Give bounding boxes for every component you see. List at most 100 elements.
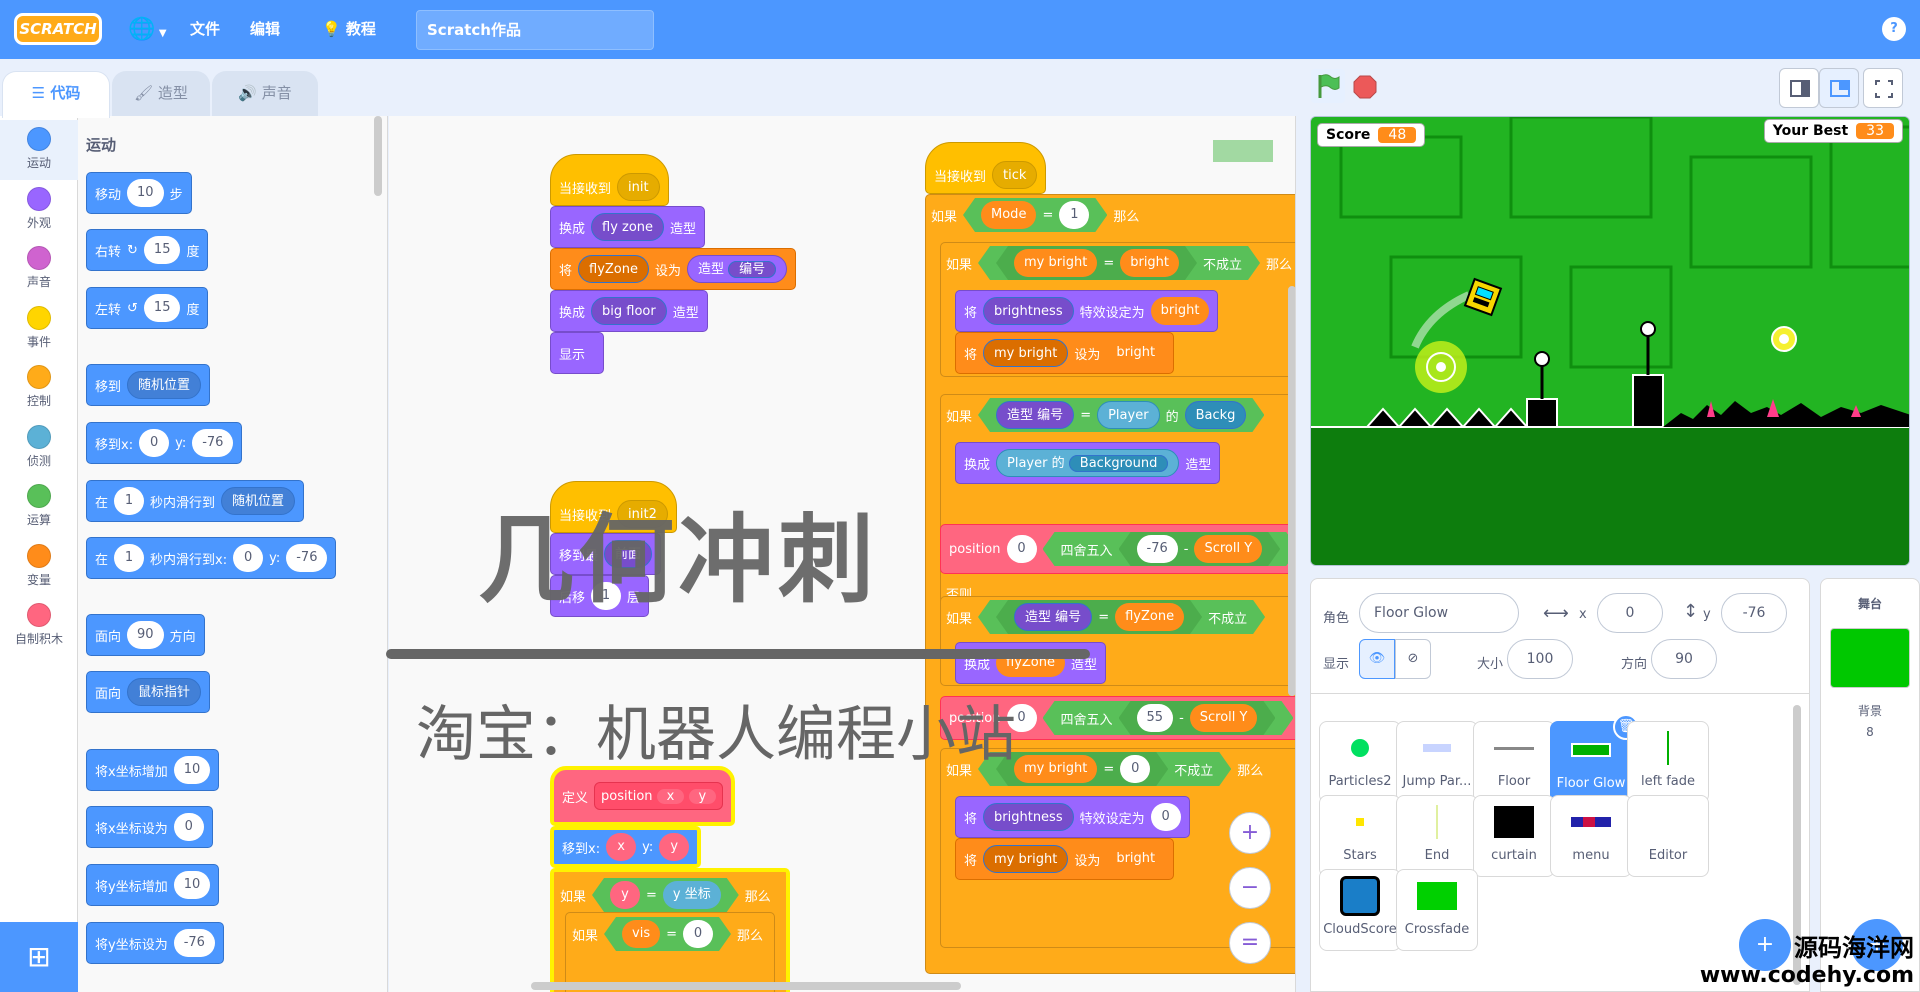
costume-reporter[interactable]: 造型 编号 <box>1014 603 1092 631</box>
param-x[interactable]: x <box>656 789 685 804</box>
value-input[interactable]: 0 <box>1150 803 1181 831</box>
stage-canvas[interactable]: Score 48 Your Best 33 <box>1310 116 1910 566</box>
direction-input[interactable]: 90 <box>1651 639 1717 679</box>
equals-operator[interactable]: Mode = 1 <box>963 198 1107 232</box>
bright-variable[interactable]: bright <box>1106 339 1166 367</box>
zoom-out-button[interactable]: − <box>1229 867 1271 909</box>
change-y-block[interactable]: 将y坐标增加 10 <box>86 864 220 906</box>
effect-dropdown[interactable]: brightness <box>983 803 1074 831</box>
y-position-reporter[interactable]: y 坐标 <box>663 881 721 909</box>
x-input[interactable]: 0 <box>1597 593 1663 633</box>
move-steps-block[interactable]: 移动 10 步 <box>86 172 192 214</box>
set-variable-block[interactable]: 将 my bright 设为 bright <box>955 332 1175 374</box>
y-reporter[interactable]: y <box>659 833 690 861</box>
set-variable-block[interactable]: 将 my bright 设为 bright <box>955 838 1175 880</box>
bright-variable[interactable]: bright <box>1150 297 1210 325</box>
degrees-input[interactable]: 15 <box>143 294 181 322</box>
variable-dropdown[interactable]: flyZone <box>578 255 649 283</box>
value-input[interactable]: 0 <box>1120 755 1150 783</box>
costume-reporter[interactable]: 造型 编号 <box>996 401 1074 429</box>
target-dropdown[interactable]: 鼠标指针 <box>127 678 202 706</box>
tab-code[interactable]: ☰ 代码 <box>2 71 110 118</box>
attribute-dropdown[interactable]: Backg <box>1185 401 1247 429</box>
nested-if-block[interactable]: 如果 vis = 0 那么 <box>565 912 775 992</box>
palette-scrollbar[interactable] <box>374 116 382 196</box>
category-3[interactable]: 声音 <box>0 239 78 299</box>
mode-variable[interactable]: Mode <box>981 201 1036 229</box>
value-input[interactable]: -76 <box>173 929 215 957</box>
glide-xy-block[interactable]: 在 1 秒内滑行到x: 0 y: -76 <box>86 537 337 579</box>
steps-input[interactable]: 10 <box>127 179 164 207</box>
seconds-input[interactable]: 1 <box>114 487 145 515</box>
goto-block[interactable]: 移到 随机位置 <box>86 364 211 406</box>
position-call-block[interactable]: position 0 四舍五入 -76- Scroll Y <box>940 524 1297 574</box>
category-8[interactable]: 变量 <box>0 537 78 597</box>
costume-reporter[interactable]: 造型 编号 <box>687 255 788 283</box>
sprite-tile[interactable]: Particles2 <box>1319 721 1401 803</box>
turn-left-block[interactable]: 左转 ↺ 15 度 <box>86 287 209 329</box>
set-effect-block[interactable]: 将 brightness 特效设定为 0 <box>955 796 1190 838</box>
fullscreen-button[interactable] <box>1863 68 1903 108</box>
category-5[interactable]: 控制 <box>0 358 78 418</box>
turn-right-block[interactable]: 右转 ↻ 15 度 <box>86 229 209 271</box>
of-sensing-reporter[interactable]: Player 的 Background <box>996 449 1180 477</box>
seconds-input[interactable]: 1 <box>114 544 145 572</box>
message-dropdown[interactable]: init <box>617 173 660 201</box>
workspace-horizontal-scrollbar[interactable] <box>531 982 961 990</box>
value-input[interactable]: 10 <box>173 871 211 899</box>
sprite-tile[interactable]: End <box>1396 795 1478 877</box>
category-4[interactable]: 事件 <box>0 299 78 359</box>
scroll-y-variable[interactable]: Scroll Y <box>1190 704 1258 732</box>
project-title-input[interactable]: Scratch作品 <box>416 10 654 50</box>
hide-sprite-button[interactable]: ⊘ <box>1395 639 1431 679</box>
zoom-reset-button[interactable]: = <box>1229 922 1271 964</box>
costume-dropdown[interactable]: fly zone <box>591 213 665 241</box>
value-input[interactable]: 55 <box>1137 704 1174 732</box>
sprite-name-input[interactable]: Floor Glow <box>1359 593 1519 633</box>
point-direction-block[interactable]: 面向 90 方向 <box>86 614 205 656</box>
scroll-y-variable[interactable]: Scroll Y <box>1194 535 1262 563</box>
flyzone-variable[interactable]: flyZone <box>1115 603 1184 631</box>
point-towards-block[interactable]: 面向 鼠标指针 <box>86 671 211 713</box>
goto-xy-block[interactable]: 移到x: 0 y: -76 <box>86 422 243 464</box>
costume-attr-dropdown[interactable]: 编号 <box>728 261 777 278</box>
category-2[interactable]: 外观 <box>0 180 78 240</box>
x-reporter[interactable]: x <box>606 833 637 861</box>
category-6[interactable]: 侦测 <box>0 418 78 478</box>
define-position-block[interactable]: 定义 position x y <box>550 766 736 826</box>
show-sprite-button[interactable]: 👁 <box>1359 639 1395 679</box>
equals-operator[interactable]: 造型 编号 = Player 的 Backg <box>978 398 1264 432</box>
set-variable-block[interactable]: 将 flyZone 设为 造型 编号 <box>550 248 797 290</box>
round-operator[interactable]: 四舍五入 -76- Scroll Y <box>1043 532 1297 566</box>
set-x-block[interactable]: 将x坐标设为 0 <box>86 806 213 848</box>
bright-variable[interactable]: bright <box>1106 845 1166 873</box>
equals-operator[interactable]: my bright = 0 <box>996 752 1168 786</box>
show-block[interactable]: 显示 <box>550 332 604 374</box>
y-input[interactable]: -76 <box>192 429 234 457</box>
change-x-block[interactable]: 将x坐标增加 10 <box>86 749 220 791</box>
variable-dropdown[interactable]: my bright <box>983 845 1069 873</box>
size-input[interactable]: 100 <box>1507 639 1573 679</box>
language-menu[interactable]: 🌐 ▼ <box>128 0 167 59</box>
green-flag-button[interactable] <box>1311 69 1345 103</box>
add-extension-button[interactable]: ⊞ <box>0 922 78 992</box>
tab-sounds[interactable]: 🔊 声音 <box>212 71 318 116</box>
equals-operator[interactable]: vis = 0 <box>604 917 731 951</box>
variable-dropdown[interactable]: my bright <box>983 339 1069 367</box>
target-dropdown[interactable]: 随机位置 <box>221 487 296 515</box>
sprite-dropdown[interactable]: Player <box>1007 456 1047 471</box>
equals-operator[interactable]: 造型 编号 = flyZone <box>996 600 1202 634</box>
switch-costume-block[interactable]: 换成 Player 的 Background 造型 <box>955 442 1221 484</box>
costume-dropdown[interactable]: big floor <box>591 297 667 325</box>
x-input[interactable]: 0 <box>139 429 170 457</box>
value-input[interactable]: 0 <box>173 813 204 841</box>
y-input[interactable]: -76 <box>1721 593 1787 633</box>
set-effect-block[interactable]: 将 brightness 特效设定为 bright <box>955 290 1219 332</box>
costume-attr-dropdown[interactable]: 编号 <box>1037 408 1063 423</box>
not-operator[interactable]: 造型 编号 = flyZone 不成立 <box>978 600 1265 634</box>
small-stage-button[interactable] <box>1779 68 1819 108</box>
sprite-tile[interactable]: Crossfade <box>1396 869 1478 951</box>
param-y[interactable]: y <box>688 789 717 804</box>
sprite-tile[interactable]: CloudScore <box>1319 869 1401 951</box>
scratch-logo[interactable]: SCRATCH <box>14 13 102 45</box>
